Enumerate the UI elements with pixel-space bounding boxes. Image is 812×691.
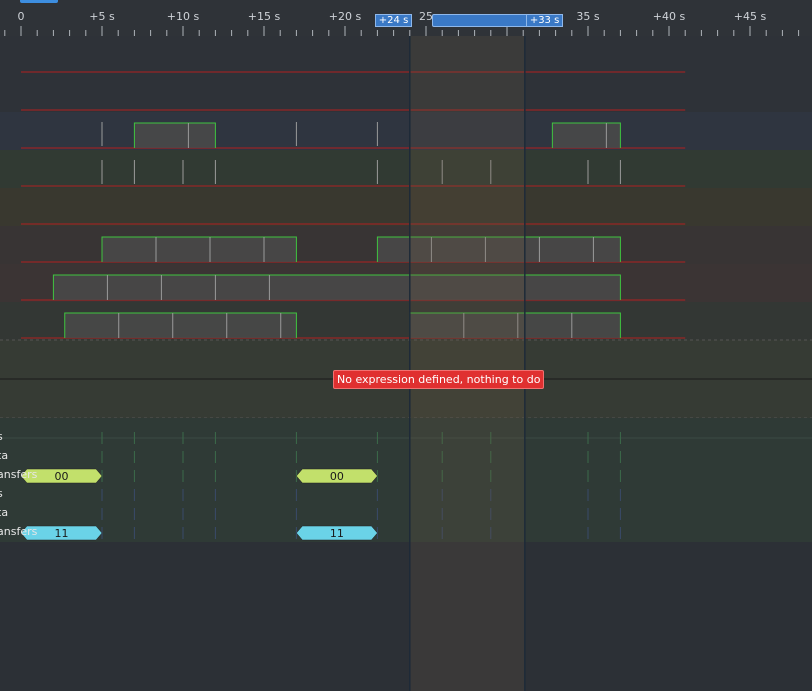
signal-high-fill xyxy=(102,237,297,262)
signal-high-edge xyxy=(52,274,621,300)
signal-high-fill xyxy=(409,313,621,338)
time-ruler[interactable]: 0 +5 s +10 s +15 s +20 s 25 35 s +40 s +45 s +24… xyxy=(0,0,812,36)
ruler-tick-label: +20 s xyxy=(328,10,362,23)
decoder-row-label[interactable]: s xyxy=(0,430,3,443)
trace-row-bg xyxy=(0,264,812,302)
ruler-tick-label: 0 xyxy=(17,10,25,23)
ruler-tick-label: +15 s xyxy=(247,10,281,23)
signal-high-edge xyxy=(133,122,216,148)
trace-canvas: 00 00 11 11 xyxy=(0,36,812,691)
decoder-row-label[interactable]: ansfers xyxy=(0,468,37,481)
decoder-annotation-label: 11 xyxy=(55,527,69,540)
cursor-selection-area xyxy=(409,36,525,691)
decoder-annotation xyxy=(296,525,378,541)
decoder-annotation xyxy=(296,468,378,484)
trace-row-bg xyxy=(0,188,812,226)
signal-high-fill xyxy=(552,123,621,148)
ruler-tick-label: 25 xyxy=(419,10,433,23)
signal-high-edge xyxy=(101,236,297,262)
math-error-badge: No expression defined, nothing to do xyxy=(333,370,545,389)
ruler-scroll-thumb[interactable] xyxy=(20,0,58,3)
trace-row-bg xyxy=(0,150,812,188)
trace-row-bg xyxy=(0,302,812,340)
signal-high-fill xyxy=(53,275,621,300)
signal-high-fill xyxy=(134,123,216,148)
ruler-tick-label: +40 s xyxy=(652,10,686,23)
signal-high-edge xyxy=(64,312,297,338)
cursor-marker-a[interactable]: +24 s xyxy=(374,14,413,27)
decoder-row-label[interactable]: ta xyxy=(0,506,8,519)
signal-high-edge xyxy=(376,236,621,262)
trace-row-bg xyxy=(0,226,812,264)
ruler-tick-label: +45 s xyxy=(733,10,767,23)
trace-row-bg xyxy=(0,112,812,150)
decoder-row-label[interactable]: ta xyxy=(0,449,8,462)
cursor-marker-b[interactable]: +33 s xyxy=(525,14,564,27)
decoder-annotation-label: 00 xyxy=(330,470,344,483)
decoder-row-label[interactable]: s xyxy=(0,487,3,500)
decoder-row-label[interactable]: ansfers xyxy=(0,525,37,538)
ruler-tick-label: +10 s xyxy=(166,10,200,23)
signal-high-edge xyxy=(551,122,621,148)
decoder-annotation-label: 11 xyxy=(330,527,344,540)
ruler-tick-label: +5 s xyxy=(89,10,115,23)
trace-area[interactable]: 00 00 11 11 No expression defined, nothing … xyxy=(0,36,812,691)
signal-high-fill xyxy=(377,237,621,262)
decoder-annotation-label: 00 xyxy=(55,470,69,483)
trace-row-bg xyxy=(0,74,812,112)
ruler-tick-label: 35 s xyxy=(576,10,600,23)
decoder-bg xyxy=(0,418,812,542)
signal-high-fill xyxy=(64,313,297,338)
signal-high-edge xyxy=(409,312,621,338)
trace-row-bg xyxy=(0,36,812,74)
ruler-ticks xyxy=(4,26,800,36)
